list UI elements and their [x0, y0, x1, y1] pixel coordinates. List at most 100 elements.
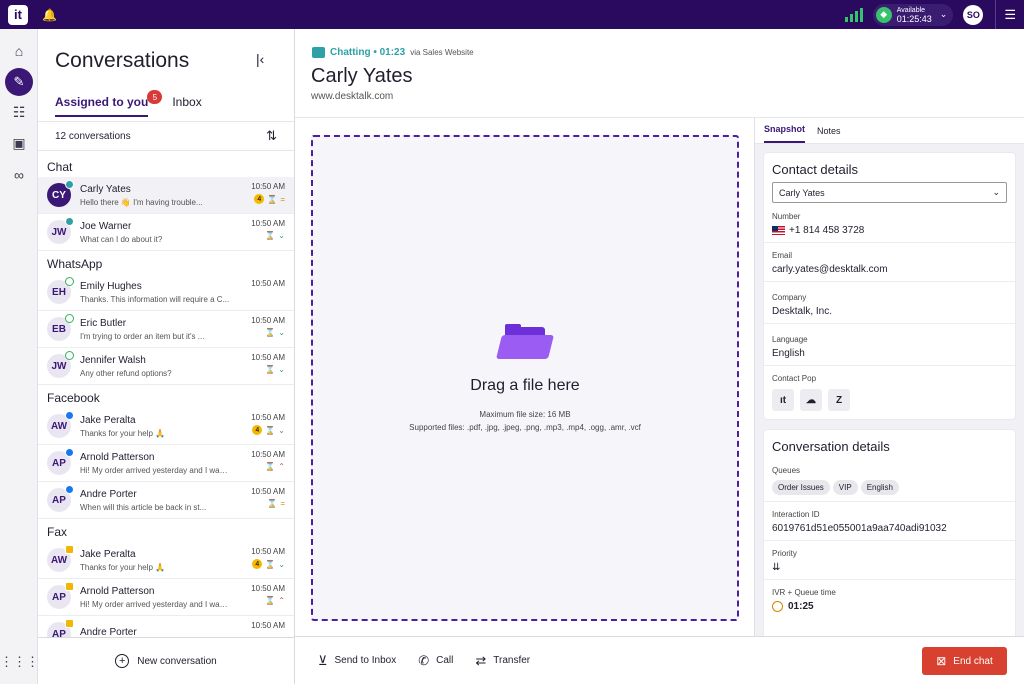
contact-name: Jennifer Walsh: [80, 354, 146, 366]
contact-name: Emily Hughes: [80, 280, 142, 292]
availability-status[interactable]: ◆ Available 01:25:43 ⌄: [872, 3, 954, 26]
sort-icon[interactable]: ⇅: [266, 128, 277, 144]
new-conversation-button[interactable]: + New conversation: [38, 637, 294, 684]
company-value: Desktalk, Inc.: [772, 306, 833, 317]
field-label: Queues: [772, 466, 801, 475]
transfer-button[interactable]: ⇄ Transfer: [475, 653, 530, 669]
contact-avatar: EH: [47, 277, 74, 304]
ivr-time-field: IVR + Queue time 01:25: [764, 580, 1015, 618]
queue-chip: VIP: [832, 480, 858, 495]
unread-badge: 5: [147, 90, 163, 104]
conversation-row[interactable]: AP Arnold Patterson Hi! My order arrived y…: [38, 445, 294, 482]
hourglass-icon: ⌛: [265, 365, 276, 374]
priority-high-icon: ⌃: [278, 596, 285, 605]
conversation-tabs: Assigned to you 5 Inbox: [55, 90, 226, 117]
contact-name: Joe Warner: [80, 220, 132, 232]
tasks-icon[interactable]: ☷: [0, 97, 38, 128]
status-timer: 01:25:43: [896, 13, 932, 24]
message-time: 10:50 AM: [251, 547, 285, 556]
chat-source: via Sales Website: [410, 48, 474, 57]
contact-avatar: AP: [47, 448, 74, 475]
collapse-panel-icon[interactable]: |‹: [256, 51, 264, 67]
end-chat-button[interactable]: ⊠ End chat: [922, 647, 1007, 675]
apps-grid-icon[interactable]: ⋮⋮⋮: [0, 654, 39, 670]
conversation-row[interactable]: JW Jennifer Walsh Any other refund options…: [38, 348, 294, 385]
bell-icon[interactable]: 🔔: [42, 8, 57, 22]
conversation-row[interactable]: AW Jake Peralta Thanks for your help 🙏 10:5…: [38, 408, 294, 445]
tab-assigned-to-you[interactable]: Assigned to you 5: [55, 90, 163, 117]
message-preview: Hello there 👋 I'm having trouble...: [80, 197, 203, 207]
queue-chip: English: [860, 480, 899, 495]
conversations-icon: ✎: [5, 67, 33, 96]
contact-select[interactable]: Carly Yates ⌄: [772, 182, 1007, 203]
field-label: IVR + Queue time: [772, 588, 836, 597]
hourglass-icon: ⌛: [265, 328, 276, 337]
contact-name: Carly Yates: [80, 183, 131, 195]
us-flag-icon: [772, 226, 785, 235]
queue-chip: Order Issues: [772, 480, 830, 495]
tab-inbox[interactable]: Inbox: [172, 95, 201, 117]
contact-avatar: CY: [47, 180, 74, 207]
language-field: Language English: [764, 324, 1015, 366]
conversation-row[interactable]: AP Andre Porter When will this article be …: [38, 482, 294, 519]
message-time: 10:50 AM: [251, 413, 285, 422]
voicemail-icon[interactable]: ∞: [0, 159, 38, 190]
message-time: 10:50 AM: [251, 182, 285, 191]
phone-icon: ✆: [418, 652, 430, 668]
avatar-initials: AP: [52, 457, 66, 469]
message-time: 10:50 AM: [251, 584, 285, 593]
ivr-time: 01:25: [788, 601, 814, 612]
message-preview: Hi! My order arrived yesterday and I was…: [80, 465, 230, 475]
contact-name: Eric Butler: [80, 317, 127, 329]
side-panel-icon[interactable]: ☰: [996, 7, 1024, 23]
field-label: Language: [772, 335, 808, 344]
email-value[interactable]: carly.yates@desktalk.com: [772, 264, 1007, 275]
message-preview: When will this article be back in st...: [80, 502, 207, 512]
conversation-row[interactable]: AP Andre Porter 10:50 AM: [38, 616, 294, 637]
conversation-row[interactable]: CY Carly Yates Hello there 👋 I'm having tr…: [38, 177, 294, 214]
message-preview: Any other refund options?: [80, 368, 172, 378]
app-logo[interactable]: it: [8, 4, 28, 25]
salesforce-pop-icon[interactable]: ☁: [800, 389, 822, 411]
zendesk-pop-icon[interactable]: Z: [828, 389, 850, 411]
chat-channel-icon: [65, 217, 74, 226]
tab-snapshot[interactable]: Snapshot: [764, 124, 806, 143]
desktalk-pop-icon[interactable]: ıt: [772, 389, 794, 411]
tab-notes[interactable]: Notes: [817, 126, 841, 143]
interaction-id-field: Interaction ID 6019761d51e055001a9aa740a…: [764, 502, 1015, 541]
contact-select-value: Carly Yates: [779, 187, 825, 198]
facebook-channel-icon: [65, 448, 74, 457]
conversation-row[interactable]: AW Jake Peralta Thanks for your help 🙏 10:5…: [38, 542, 294, 579]
conversation-group-header: Facebook: [47, 391, 100, 405]
call-button[interactable]: ✆ Call: [418, 653, 453, 669]
hourglass-icon: ⌛: [265, 596, 276, 605]
contact-name: Arnold Patterson: [80, 585, 155, 597]
file-drop-zone[interactable]: Drag a file here Maximum file size: 16 M…: [311, 135, 739, 621]
conversation-row[interactable]: EH Emily Hughes Thanks. This information w…: [38, 274, 294, 311]
priority-low-icon: ⌄: [278, 425, 285, 435]
signal-strength-icon: [844, 7, 863, 22]
phone-number[interactable]: +1 814 458 3728: [789, 225, 864, 236]
avatar-initials: AP: [52, 628, 66, 638]
interaction-id[interactable]: 6019761d51e055001a9aa740adi91032: [772, 523, 1007, 534]
avatar-initials: CY: [52, 189, 66, 201]
home-icon[interactable]: ⌂: [0, 35, 38, 66]
conversation-row[interactable]: JW Joe Warner What can I do about it? 10:50…: [38, 214, 294, 251]
chevron-down-icon: ⌄: [992, 187, 1000, 197]
priority-low-icon: ⌄: [278, 231, 285, 240]
chat-bubble-icon: [312, 47, 325, 58]
conversation-row[interactable]: AP Arnold Patterson Hi! My order arrived y…: [38, 579, 294, 616]
message-preview: Thanks. This information will require a …: [80, 294, 230, 304]
contact-name: Jake Peralta: [80, 414, 136, 426]
nav-conversations[interactable]: ✎: [0, 66, 38, 97]
end-chat-label: End chat: [953, 655, 993, 667]
details-tabs: Snapshot Notes: [755, 118, 1024, 144]
priority-low-icon: ⌄: [278, 328, 285, 337]
user-avatar[interactable]: SO: [963, 4, 984, 25]
new-conversation-label: New conversation: [137, 655, 217, 667]
send-to-inbox-button[interactable]: ⊻ Send to Inbox: [318, 653, 396, 669]
conversation-row[interactable]: EB Eric Butler I'm trying to order an item…: [38, 311, 294, 348]
priority-low-icon: ⌄: [278, 365, 285, 374]
details-panel: Snapshot Notes Contact details Carly Yat…: [754, 118, 1024, 640]
contacts-icon[interactable]: ▣: [0, 128, 38, 159]
